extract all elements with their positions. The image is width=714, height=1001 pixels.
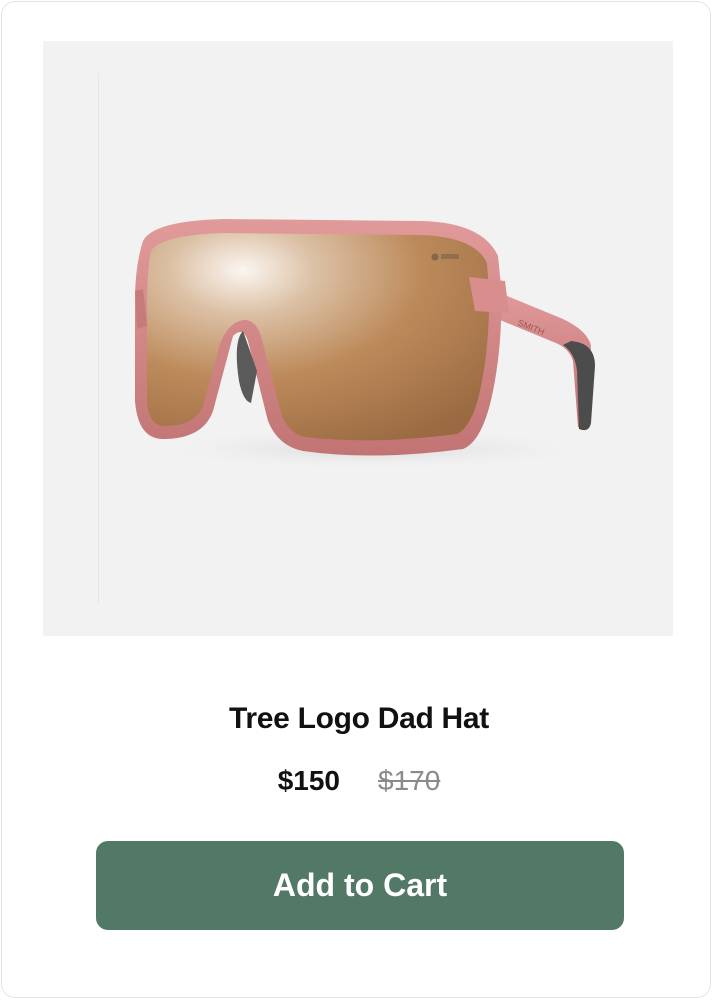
hinge-right xyxy=(469,277,509,313)
temple-tip xyxy=(563,341,595,431)
lens-logo xyxy=(431,253,439,261)
sale-price: $150 xyxy=(277,765,340,796)
product-image[interactable]: SMITH xyxy=(43,41,673,636)
lens xyxy=(147,233,490,441)
price-row: $150 $170 xyxy=(2,765,714,797)
product-title: Tree Logo Dad Hat xyxy=(229,702,489,735)
lens-logo-text xyxy=(441,254,459,259)
sunglasses-image: SMITH xyxy=(133,219,613,471)
product-card: SMITH Tree Logo Dad Hat $150 $170 Add to… xyxy=(1,1,711,998)
add-to-cart-button[interactable]: Add to Cart xyxy=(96,841,624,930)
original-price: $170 xyxy=(378,765,441,796)
